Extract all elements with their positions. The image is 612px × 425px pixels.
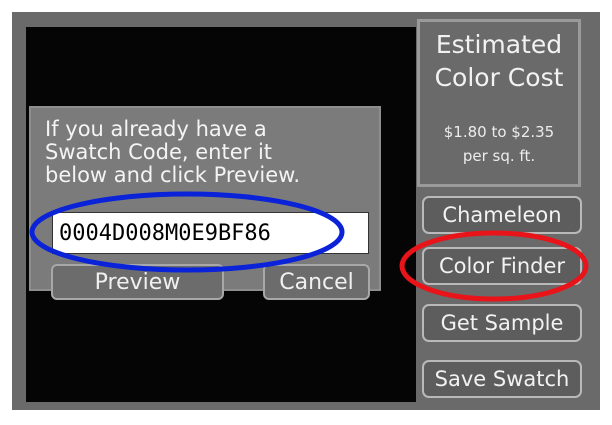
color-finder-button[interactable]: Color Finder	[422, 247, 582, 285]
save-swatch-button[interactable]: Save Swatch	[422, 360, 582, 398]
swatch-code-input[interactable]	[52, 212, 369, 254]
cancel-button[interactable]: Cancel	[263, 264, 370, 300]
chameleon-button[interactable]: Chameleon	[422, 196, 582, 234]
preview-button[interactable]: Preview	[51, 264, 224, 300]
get-sample-button[interactable]: Get Sample	[422, 304, 582, 342]
estimated-cost-panel: Estimated Color Cost $1.80 to $2.35 per …	[417, 19, 581, 187]
cost-price-range: $1.80 to $2.35 per sq. ft.	[443, 123, 555, 165]
cost-panel-title: Estimated Color Cost	[434, 30, 564, 92]
dialog-message: If you already have a Swatch Code, enter…	[45, 117, 301, 187]
